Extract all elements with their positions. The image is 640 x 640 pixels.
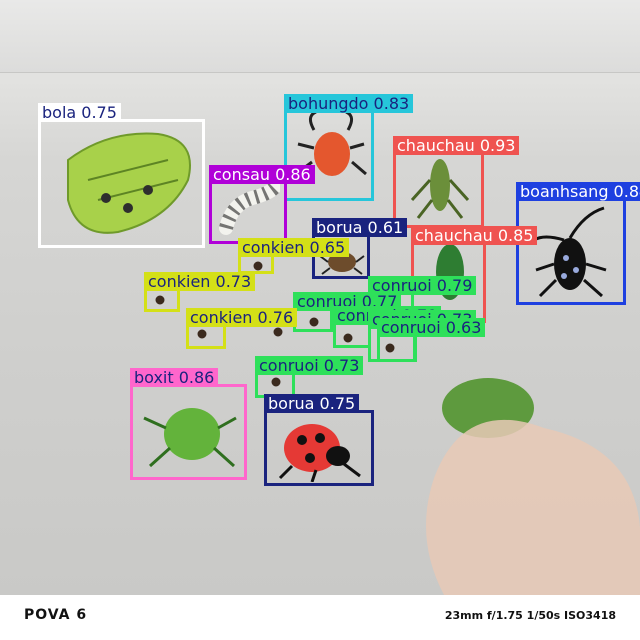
detection-box-conruoi: conruoi 0.63 [377, 318, 486, 362]
detection-box-chauchau: chauchau 0.93 [393, 136, 520, 228]
camera-brand: POVA 6 [24, 607, 88, 623]
detection-label: bohungdo 0.83 [284, 94, 414, 113]
detection-box-conruoi: conruoi 0.77 [293, 292, 402, 332]
detection-label: borua 0.61 [312, 218, 408, 237]
detection-label: conkien 0.65 [238, 238, 350, 257]
detection-label: chauchau 0.93 [393, 136, 520, 155]
hand-and-katydid [426, 378, 640, 595]
camera-exif: 23mm f/1.75 1/50s ISO3418 [444, 609, 616, 622]
detection-label: boxit 0.86 [130, 368, 219, 387]
detection-label: conruoi 0.73 [255, 356, 364, 375]
detection-label: chauchau 0.85 [411, 226, 538, 245]
detection-box-conkien: conkien 0.73 [144, 272, 256, 312]
detection-label: borua 0.75 [264, 394, 360, 413]
photo-scene: bola 0.75 bohungdo 0.83 chauchau 0.93 bo… [0, 0, 640, 595]
detection-box-conruoi: conruoi 0.79 [333, 306, 442, 348]
detection-box-boxit: boxit 0.86 [130, 368, 247, 480]
wall-background [0, 0, 640, 73]
detection-box-borua: borua 0.75 [264, 394, 374, 486]
detection-box-bohungdo: bohungdo 0.83 [284, 94, 414, 201]
detection-box-conkien: conkien 0.65 [238, 238, 350, 274]
detection-box-bola: bola 0.75 [38, 103, 205, 248]
detection-box-conkien: conkien 0.76 [186, 308, 298, 349]
detection-label: conkien 0.76 [186, 308, 298, 327]
detection-label: consau 0.86 [209, 165, 315, 184]
detection-box-boanhsang: boanhsang 0.84 [516, 182, 640, 305]
detection-label: conkien 0.73 [144, 272, 256, 291]
detection-box-consau: consau 0.86 [209, 165, 315, 244]
detection-label: bola 0.75 [38, 103, 121, 122]
detection-label: conruoi 0.63 [377, 318, 486, 337]
detection-label: boanhsang 0.84 [516, 182, 640, 201]
